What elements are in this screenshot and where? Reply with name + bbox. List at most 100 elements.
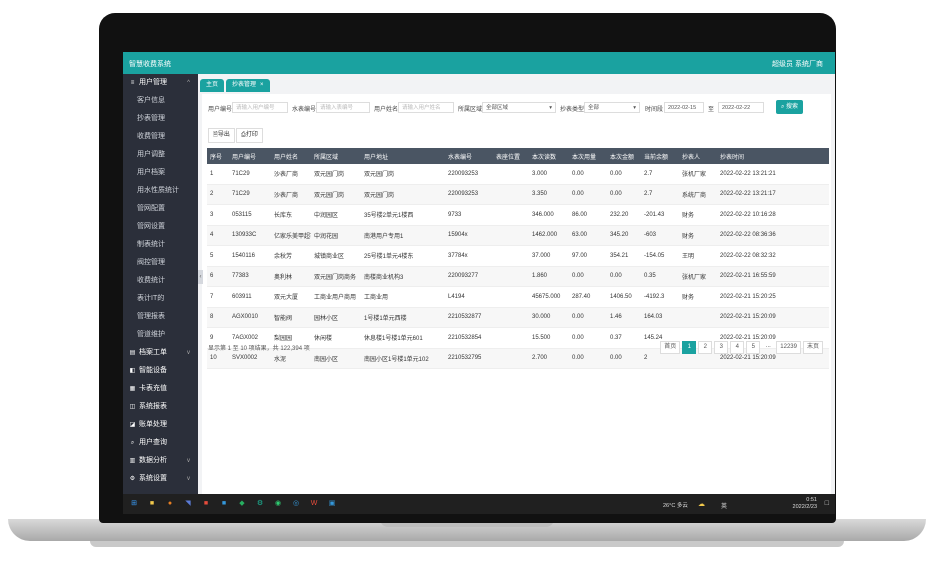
export-button[interactable]: 🗎导出 — [208, 128, 235, 143]
column-header[interactable]: 用户编号 — [229, 148, 271, 164]
last-page-number-button[interactable]: 12239 — [776, 341, 801, 354]
app-icon[interactable]: ■ — [201, 499, 211, 509]
column-header[interactable]: 所属区域 — [311, 148, 361, 164]
column-header[interactable]: 用户地址 — [361, 148, 445, 164]
table-row[interactable]: 4130933C亿家乐美甲超市中润花园南港用户专用115904x 1462.000… — [207, 225, 829, 246]
notification-icon[interactable]: □ — [825, 500, 829, 507]
ime-indicator[interactable]: 英 — [721, 501, 727, 510]
vscode-icon[interactable]: ◥ — [183, 499, 193, 509]
browser-icon[interactable]: ● — [165, 499, 175, 509]
search-button[interactable]: ⌕ 搜索 — [776, 100, 804, 114]
sidebar-item-0[interactable]: ≡ 用户管理 ^ — [123, 74, 198, 92]
table-cell: 双元园门岗 — [311, 164, 361, 185]
meter-type-select[interactable]: 全部 ▾ — [584, 102, 640, 113]
sidebar-item-1[interactable]: 客户信息 — [123, 92, 198, 110]
date-from-input[interactable]: 2022-02-15 — [664, 102, 704, 113]
ps-icon[interactable]: ■ — [219, 499, 229, 509]
sidebar-item-20[interactable]: ⌕ 用户查询 — [123, 434, 198, 452]
table-row[interactable]: 5 1540116 余秋芳 城镇商业区 25号楼1单元4楼东 37784x 37.000 97… — [207, 245, 829, 267]
clock[interactable]: 0:51 2022/2/23 — [793, 497, 817, 511]
tab-home[interactable]: 主页 — [200, 79, 225, 92]
wps-icon[interactable]: W — [309, 499, 319, 509]
sidebar-item-15[interactable]: ▤ 档案工单 v — [123, 344, 198, 362]
sidebar-collapse-handle[interactable]: ‹ — [198, 270, 203, 284]
file-explorer-icon[interactable]: ■ — [147, 499, 157, 509]
chevron-down-icon: v — [187, 476, 190, 482]
table-cell: 232.20 — [607, 204, 641, 226]
sidebar-item-8[interactable]: 管网设置 — [123, 218, 198, 236]
column-header[interactable]: 抄表时间 — [717, 148, 829, 164]
page-button-4[interactable]: 4 — [730, 341, 745, 354]
table-row[interactable]: 2 71C29 沙表厂商 双元园门岗 双元园门岗 220093253 3.350 0.00 0.… — [207, 184, 829, 205]
bill-icon: ◪ — [129, 422, 136, 428]
page-button-2[interactable]: 2 — [698, 341, 713, 354]
column-header[interactable]: 序号 — [207, 148, 229, 164]
table-row[interactable]: 6 77383 奥利林 双元园门岗商务 南楼商业机构3 220093277 1.860 0.0… — [207, 266, 829, 287]
column-header[interactable]: 本次读数 — [529, 148, 569, 164]
table-cell: 1.860 — [529, 266, 569, 287]
sidebar-item-2[interactable]: 抄表管理 — [123, 110, 198, 128]
meter-no-input[interactable]: 请输入表编号 — [316, 102, 370, 113]
last-page-button[interactable]: 末页 — [802, 341, 823, 354]
sidebar-item-5[interactable]: 用户档案 — [123, 164, 198, 182]
table-cell — [493, 348, 529, 369]
table-cell: 0.00 — [569, 266, 607, 287]
column-header[interactable]: 用户姓名 — [271, 148, 311, 164]
user-menu[interactable]: 超级员 系统厂商 — [772, 59, 823, 69]
edge-icon[interactable]: ◎ — [291, 499, 301, 509]
column-header[interactable]: 本次金额 — [607, 148, 641, 164]
sidebar-item-21[interactable]: ▥ 数据分析 v — [123, 452, 198, 470]
page-button-1[interactable]: 1 — [682, 341, 697, 354]
table-cell — [493, 184, 529, 205]
sidebar-item-11[interactable]: 收费统计 — [123, 272, 198, 290]
column-header[interactable]: 水表编号 — [445, 148, 493, 164]
first-page-button[interactable]: 首页 — [660, 341, 681, 354]
column-header[interactable]: 本次用量 — [569, 148, 607, 164]
table-row[interactable]: 3 053115 长库东 中润园区 35号楼2单元1楼西 9733 346.000 86.00… — [207, 204, 829, 226]
user-name-input[interactable]: 请输入用户姓名 — [398, 102, 454, 113]
column-header[interactable]: 抄表人 — [679, 148, 717, 164]
sidebar-item-12[interactable]: 表计IT的 — [123, 290, 198, 308]
table-cell: -603 — [641, 225, 679, 246]
table-row[interactable]: 7 603911 双元大厦 工商业用户商用 工商业用 L4194 45675.000 287.… — [207, 286, 829, 308]
sidebar-item-7[interactable]: 管网配置 — [123, 200, 198, 218]
sidebar-item-17[interactable]: ▦ 卡表充值 — [123, 380, 198, 398]
terminal-icon[interactable]: ▣ — [327, 499, 337, 509]
sidebar-item-6[interactable]: 用水性质统计 — [123, 182, 198, 200]
sidebar-item-4[interactable]: 用户调整 — [123, 146, 198, 164]
settings-icon[interactable]: ⚙ — [255, 499, 265, 509]
area-select[interactable]: 全部区域 ▾ — [482, 102, 556, 113]
table-cell — [679, 307, 717, 328]
weather-icon[interactable]: ☁ — [698, 500, 705, 508]
sidebar-item-13[interactable]: 管理报表 — [123, 308, 198, 326]
sidebar-item-10[interactable]: 阀控管理 — [123, 254, 198, 272]
sidebar-item-9[interactable]: 制表统计 — [123, 236, 198, 254]
sidebar-item-label: 客户信息 — [137, 97, 165, 104]
close-icon[interactable]: × — [260, 82, 264, 88]
sidebar-item-22[interactable]: ⚙ 系统设置 v — [123, 470, 198, 488]
table-row[interactable]: 8 AGX0010 智能阀 园林小区 1号楼1单元西楼 2210532877 30.000 0… — [207, 307, 829, 328]
sidebar-item-19[interactable]: ◪ 账单处理 — [123, 416, 198, 434]
date-to-input[interactable]: 2022-02-22 — [718, 102, 764, 113]
table-cell: 97.00 — [569, 245, 607, 267]
user-no-input[interactable]: 请输入用户编号 — [232, 102, 288, 113]
tab-meter-reading[interactable]: 抄表管理 × — [226, 79, 270, 92]
table-row[interactable]: 1 71C29 沙表厂商 双元园门岗 双元园门岗 220093253 3.000 0.00 0.… — [207, 164, 829, 185]
windows-start-icon[interactable]: ⊞ — [129, 499, 139, 509]
chat-icon[interactable]: ◆ — [237, 499, 247, 509]
table-cell — [493, 245, 529, 267]
weather-text[interactable]: 26°C 多云 — [663, 501, 688, 509]
column-header[interactable]: 当前余额 — [641, 148, 679, 164]
sidebar-item-18[interactable]: ◫ 系统报表 — [123, 398, 198, 416]
sidebar-item-14[interactable]: 管道维护 — [123, 326, 198, 344]
table-cell: 工商业用 — [361, 286, 445, 308]
sidebar-item-3[interactable]: 收费管理 — [123, 128, 198, 146]
print-button[interactable]: ⎙打印 — [236, 128, 263, 143]
table-cell: 休息楼1号楼1单元601 — [361, 327, 445, 349]
page-button-5[interactable]: 5 — [746, 341, 761, 354]
chrome-icon[interactable]: ◉ — [273, 499, 283, 509]
column-header[interactable]: 表座位置 — [493, 148, 529, 164]
sidebar-item-16[interactable]: ◧ 智能设备 — [123, 362, 198, 380]
table-cell: 2 — [207, 184, 229, 205]
page-button-3[interactable]: 3 — [714, 341, 729, 354]
